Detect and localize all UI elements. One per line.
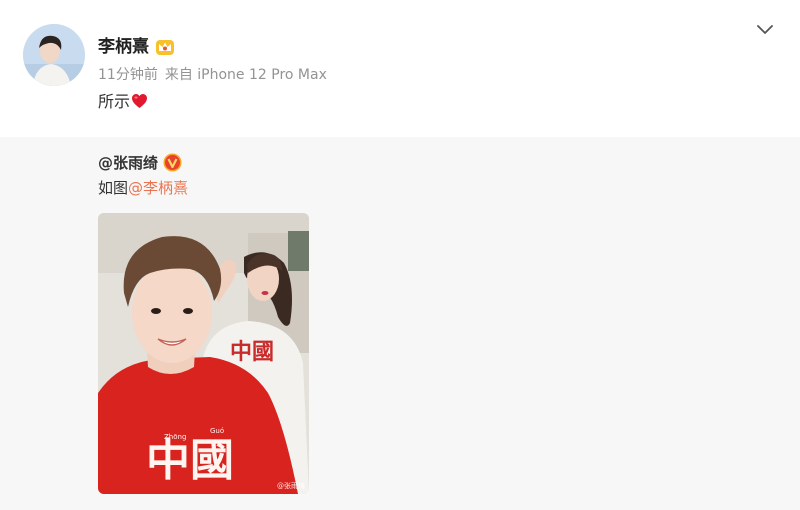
svg-text:中國: 中國: [146, 435, 234, 486]
post-meta: 11分钟前 来自 iPhone 12 Pro Max: [98, 66, 327, 84]
author-avatar[interactable]: [23, 24, 85, 86]
post-time[interactable]: 11分钟前: [98, 67, 158, 83]
repost-photo[interactable]: 中國 中國 Zhōng Guó @张雨绮: [98, 213, 309, 494]
svg-text:Guó: Guó: [210, 427, 224, 435]
repost-container: @张雨绮 如图@李柄熹 中國 中國 Zhōng Guó @张雨绮: [0, 137, 800, 510]
post-text: 所示: [98, 92, 148, 112]
weibo-post: 李柄熹 11分钟前 来自 iPhone 12 Pro Max 所示 @张雨绮 如图…: [0, 0, 800, 510]
original-text-prefix: 如图: [98, 179, 129, 197]
svg-text:Zhōng: Zhōng: [164, 433, 186, 441]
author-name[interactable]: 李柄熹: [98, 36, 149, 58]
svg-text:中國: 中國: [230, 339, 274, 365]
photo-watermark: @张雨绮: [277, 482, 305, 490]
crown-badge-icon[interactable]: [155, 37, 175, 57]
red-heart-emoji-icon: [132, 94, 148, 108]
original-text: 如图@李柄熹: [98, 178, 188, 198]
post-text-content: 所示: [98, 92, 131, 111]
chevron-down-icon[interactable]: [756, 20, 774, 38]
post-source: 来自 iPhone 12 Pro Max: [164, 67, 327, 83]
mention-link[interactable]: @李柄熹: [128, 179, 188, 197]
original-author-link[interactable]: @张雨绮: [98, 153, 158, 173]
verified-v-icon: [163, 153, 182, 172]
